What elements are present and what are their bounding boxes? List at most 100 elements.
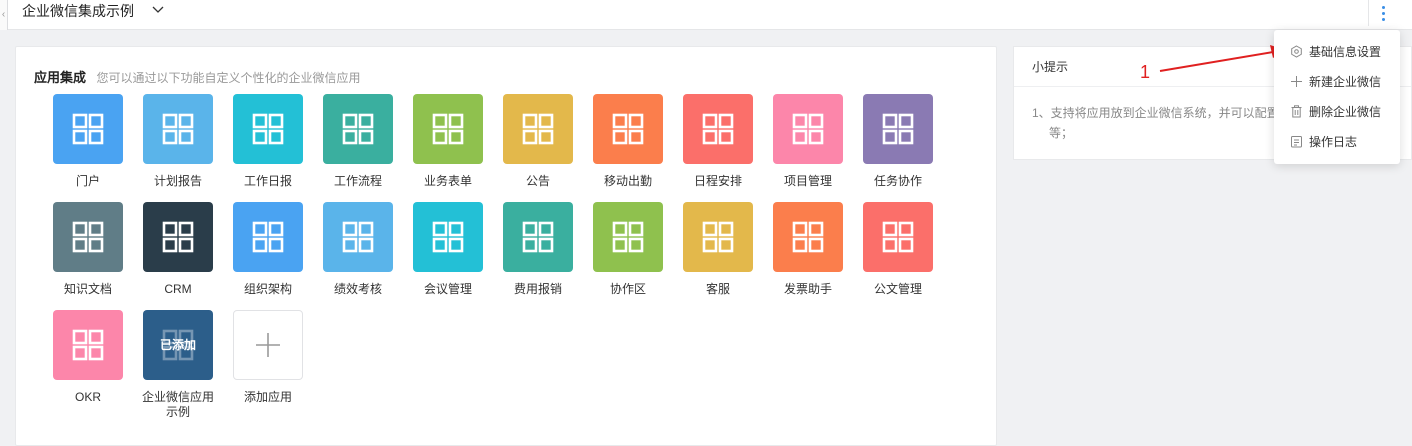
grid-icon [252, 113, 284, 145]
app-tile[interactable]: 会议管理 [413, 202, 483, 306]
app-tile[interactable]: 工作流程 [323, 94, 393, 198]
plus-icon [1291, 75, 1302, 87]
app-tile[interactable]: 门户 [53, 94, 123, 198]
app-tile[interactable]: 工作日报 [233, 94, 303, 198]
grid-icon [882, 221, 914, 253]
app-tile[interactable]: 组织架构 [233, 202, 303, 306]
grid-icon [162, 113, 194, 145]
app-icon-box[interactable] [53, 202, 123, 272]
app-icon-box[interactable] [413, 94, 483, 164]
app-tile[interactable]: 移动出勤 [593, 94, 663, 198]
menu-item-basic-settings[interactable]: 基础信息设置 [1274, 36, 1400, 66]
log-icon [1291, 135, 1302, 147]
app-label: 计划报告 [153, 174, 202, 188]
menu-item-new-wecom[interactable]: 新建企业微信 [1274, 66, 1400, 96]
app-tile[interactable]: 业务表单 [413, 94, 483, 198]
app-tile[interactable]: 公告 [503, 94, 573, 198]
app-tile[interactable]: OKR [53, 310, 123, 414]
app-icon-box[interactable] [413, 202, 483, 272]
app-icon-box[interactable] [773, 94, 843, 164]
app-label: 日程安排 [693, 174, 742, 188]
grid-icon [612, 221, 644, 253]
grid-icon [432, 113, 464, 145]
grid-icon [72, 221, 104, 253]
menu-item-operation-log[interactable]: 操作日志 [1274, 126, 1400, 156]
app-label: 协作区 [609, 282, 646, 296]
app-icon-box[interactable] [503, 202, 573, 272]
app-name: 企业微信集成示例 [22, 3, 134, 19]
more-options-menu: 基础信息设置 新建企业微信 删除企业微信 操作日志 [1274, 30, 1400, 164]
add-app-tile[interactable]: 添加应用 [233, 310, 303, 414]
app-icon-box[interactable] [143, 94, 213, 164]
app-icon-box[interactable] [773, 202, 843, 272]
add-app-button[interactable] [233, 310, 303, 380]
grid-icon [702, 221, 734, 253]
app-tile[interactable]: 发票助手 [773, 202, 843, 306]
menu-item-delete-wecom[interactable]: 删除企业微信 [1274, 96, 1400, 126]
app-icon-box[interactable] [53, 94, 123, 164]
app-icon-box[interactable] [143, 202, 213, 272]
app-icon-box[interactable] [593, 94, 663, 164]
app-icon-box[interactable] [683, 202, 753, 272]
grid-icon [342, 221, 374, 253]
app-tile[interactable]: CRM [143, 202, 213, 306]
app-label: 会议管理 [423, 282, 472, 296]
app-tile[interactable]: 公文管理 [863, 202, 933, 306]
menu-item-label: 删除企业微信 [1309, 104, 1382, 119]
menu-item-label: 操作日志 [1309, 134, 1358, 149]
chevron-left-icon: ‹ [1, 9, 6, 20]
app-icon-box[interactable] [593, 202, 663, 272]
app-icon-box[interactable] [863, 94, 933, 164]
app-label: OKR [74, 390, 101, 404]
chevron-down-icon [152, 6, 164, 13]
app-icon-box[interactable] [683, 94, 753, 164]
app-tile[interactable]: 项目管理 [773, 94, 843, 198]
app-label: 绩效考核 [333, 282, 382, 296]
app-label: 工作流程 [333, 174, 382, 188]
settings-icon [1291, 44, 1302, 58]
added-badge: 已添加 [159, 338, 196, 352]
trash-icon [1291, 104, 1302, 117]
top-bar: ‹ 企业微信集成示例 [0, 0, 1412, 30]
grid-icon [432, 221, 464, 253]
app-label: 公告 [525, 174, 550, 188]
tips-body: 1、支持将应用放到企业微信系统，并可以配置 等； [1014, 87, 1279, 143]
grid-icon [72, 329, 104, 361]
menu-item-label: 新建企业微信 [1309, 74, 1382, 89]
grid-icon [252, 221, 284, 253]
app-tile[interactable]: 绩效考核 [323, 202, 393, 306]
grid-icon [792, 221, 824, 253]
app-tile[interactable]: 费用报销 [503, 202, 573, 306]
app-icon-box[interactable] [233, 202, 303, 272]
app-icon-box[interactable]: 已添加 [143, 310, 213, 380]
app-tile[interactable]: 计划报告 [143, 94, 213, 198]
app-label: 知识文档 [63, 282, 112, 296]
app-icon-box[interactable] [323, 202, 393, 272]
app-switcher[interactable]: 企业微信集成示例 [22, 0, 164, 30]
annotation-arrow-icon [1159, 45, 1286, 72]
app-tile[interactable]: 已添加 企业微信应用示例 [142, 310, 214, 419]
app-icon-box[interactable] [53, 310, 123, 380]
app-icon-box[interactable] [863, 202, 933, 272]
grid-icon [522, 113, 554, 145]
app-label: 任务协作 [873, 174, 922, 188]
app-tile[interactable]: 知识文档 [53, 202, 123, 306]
section-subtitle: 您可以通过以下功能自定义个性化的企业微信应用 [96, 71, 361, 85]
sidebar-collapse-toggle[interactable]: ‹ [0, 0, 8, 30]
annotation-number: 1 [1140, 62, 1151, 82]
app-tile[interactable]: 日程安排 [683, 94, 753, 198]
more-options-button[interactable] [1368, 0, 1398, 26]
grid-icon [702, 113, 734, 145]
app-icon-box[interactable] [233, 94, 303, 164]
app-icon-box[interactable] [323, 94, 393, 164]
app-tile[interactable]: 客服 [683, 202, 753, 306]
app-label: 移动出勤 [603, 174, 652, 188]
app-icon-box[interactable] [503, 94, 573, 164]
grid-icon [162, 221, 194, 253]
app-label: 门户 [75, 174, 100, 188]
section-title: 应用集成 [34, 70, 87, 85]
app-label: 业务表单 [423, 174, 472, 188]
app-tile[interactable]: 任务协作 [863, 94, 933, 198]
app-label: 费用报销 [513, 282, 562, 296]
app-tile[interactable]: 协作区 [593, 202, 663, 306]
